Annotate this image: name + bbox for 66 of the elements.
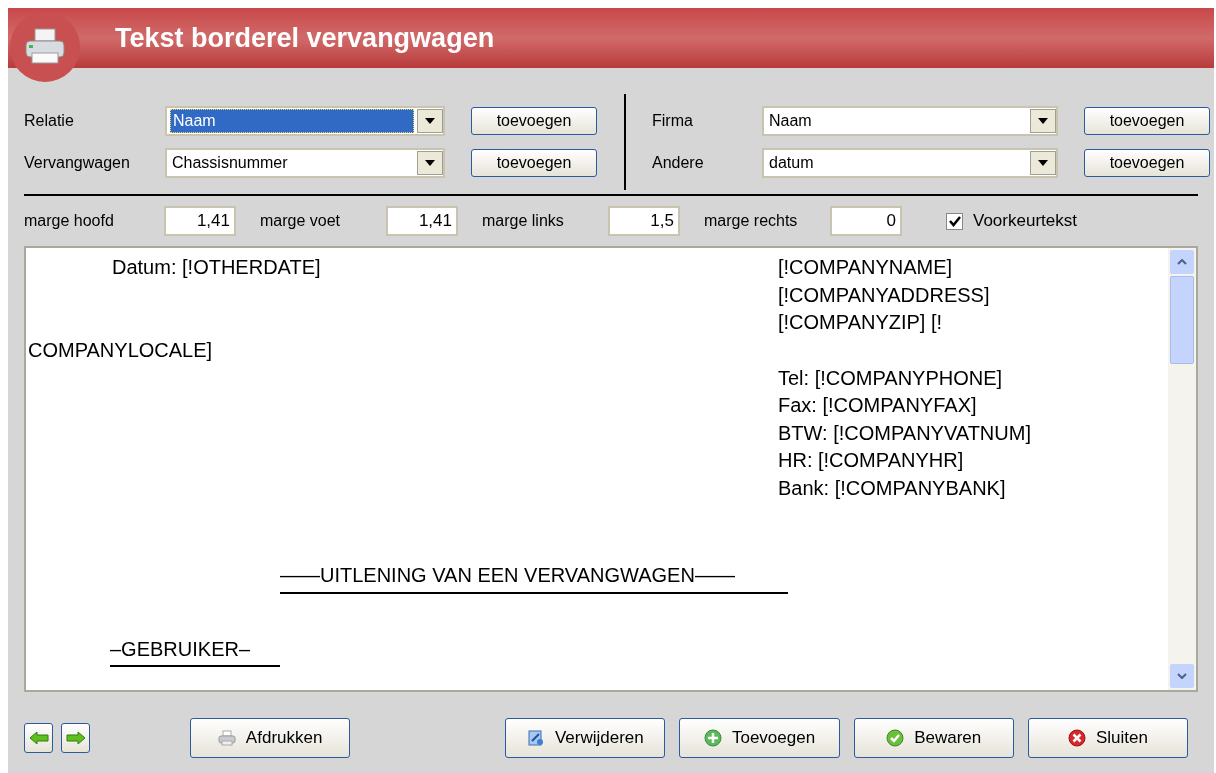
document-heading: –GEBRUIKER–: [110, 637, 251, 660]
close-icon: [1067, 729, 1086, 747]
document-icon: [526, 729, 545, 747]
check-icon: [886, 729, 905, 747]
field-label: Andere: [652, 153, 705, 173]
dropdown-value: datum: [768, 153, 815, 173]
margin-label: marge voet: [259, 211, 342, 231]
arrow-left-icon: [28, 731, 49, 745]
add-button[interactable]: Toevoegen: [679, 718, 840, 758]
scroll-up-button[interactable]: [1170, 250, 1194, 274]
arrow-right-icon: [65, 731, 86, 745]
document-text: HR: [!COMPANYHR]: [778, 448, 965, 473]
check-icon: [948, 215, 961, 227]
scrollbar[interactable]: [1168, 248, 1196, 690]
document-text: [!COMPANYZIP] [!: [778, 310, 944, 335]
scroll-thumb[interactable]: [1170, 276, 1194, 364]
document-text: [!COMPANYNAME]: [778, 255, 954, 280]
chevron-down-icon: [1177, 673, 1187, 679]
scroll-down-button[interactable]: [1170, 664, 1194, 688]
save-button[interactable]: Bewaren: [853, 718, 1014, 758]
caret-icon: [425, 160, 435, 166]
document-text: Bank: [!COMPANYBANK]: [778, 475, 1007, 501]
margin-label: marge hoofd: [24, 211, 115, 231]
document-text: [!COMPANYADDRESS]: [778, 282, 991, 308]
chevron-up-icon: [1177, 259, 1187, 265]
checkbox-label: Voorkeurtekst: [973, 210, 1077, 233]
document-text: BTW: [!COMPANYVATNUM]: [778, 420, 1031, 446]
margin-label: marge rechts: [703, 211, 799, 231]
document-text: COMPANYLOCALE]: [27, 337, 214, 363]
field-label: Firma: [652, 111, 694, 131]
plus-icon: [703, 729, 722, 747]
dropdown-value: Naam: [768, 111, 813, 131]
document-text: Tel: [!COMPANYPHONE]: [778, 365, 1004, 391]
margin-label: marge links: [481, 211, 565, 231]
window-title: Tekst borderel vervangwagen: [115, 21, 495, 55]
margin-field[interactable]: 1,5: [608, 206, 680, 236]
printer-icon: [217, 730, 236, 746]
caret-icon: [1038, 160, 1048, 166]
dropdown[interactable]: datum: [762, 148, 1058, 178]
document-text: Datum: [!OTHERDATE]: [111, 255, 322, 280]
field-label: Relatie: [24, 111, 75, 131]
dropdown[interactable]: Naam: [762, 106, 1058, 136]
back-button[interactable]: [24, 723, 53, 753]
text-editor[interactable]: [24, 246, 1198, 692]
print-button[interactable]: Afdrukken: [190, 718, 351, 758]
add-button[interactable]: toevoegen: [471, 149, 597, 177]
delete-button[interactable]: Verwijderen: [505, 718, 666, 758]
forward-button[interactable]: [61, 723, 91, 753]
document-text: Fax: [!COMPANYFAX]: [778, 393, 978, 418]
margin-field[interactable]: 1,41: [164, 206, 236, 236]
checkbox[interactable]: [946, 212, 963, 230]
printer-icon: [23, 27, 67, 67]
add-button[interactable]: toevoegen: [471, 107, 597, 135]
caret-icon: [1038, 118, 1048, 124]
margin-field[interactable]: 1,41: [386, 206, 458, 236]
add-button[interactable]: toevoegen: [1084, 107, 1210, 135]
close-button[interactable]: Sluiten: [1027, 718, 1189, 758]
dropdown[interactable]: Chassisnummer: [165, 148, 445, 178]
add-button[interactable]: toevoegen: [1084, 149, 1210, 177]
dropdown[interactable]: Naam: [165, 106, 445, 136]
field-label: Vervangwagen: [24, 153, 131, 173]
margin-field[interactable]: 0: [830, 206, 902, 236]
dropdown-value: Chassisnummer: [171, 153, 289, 173]
caret-icon: [425, 118, 435, 124]
document-heading: ——UITLENING VAN EEN VERVANGWAGEN——: [280, 564, 735, 586]
dropdown-value: Naam: [170, 109, 414, 133]
